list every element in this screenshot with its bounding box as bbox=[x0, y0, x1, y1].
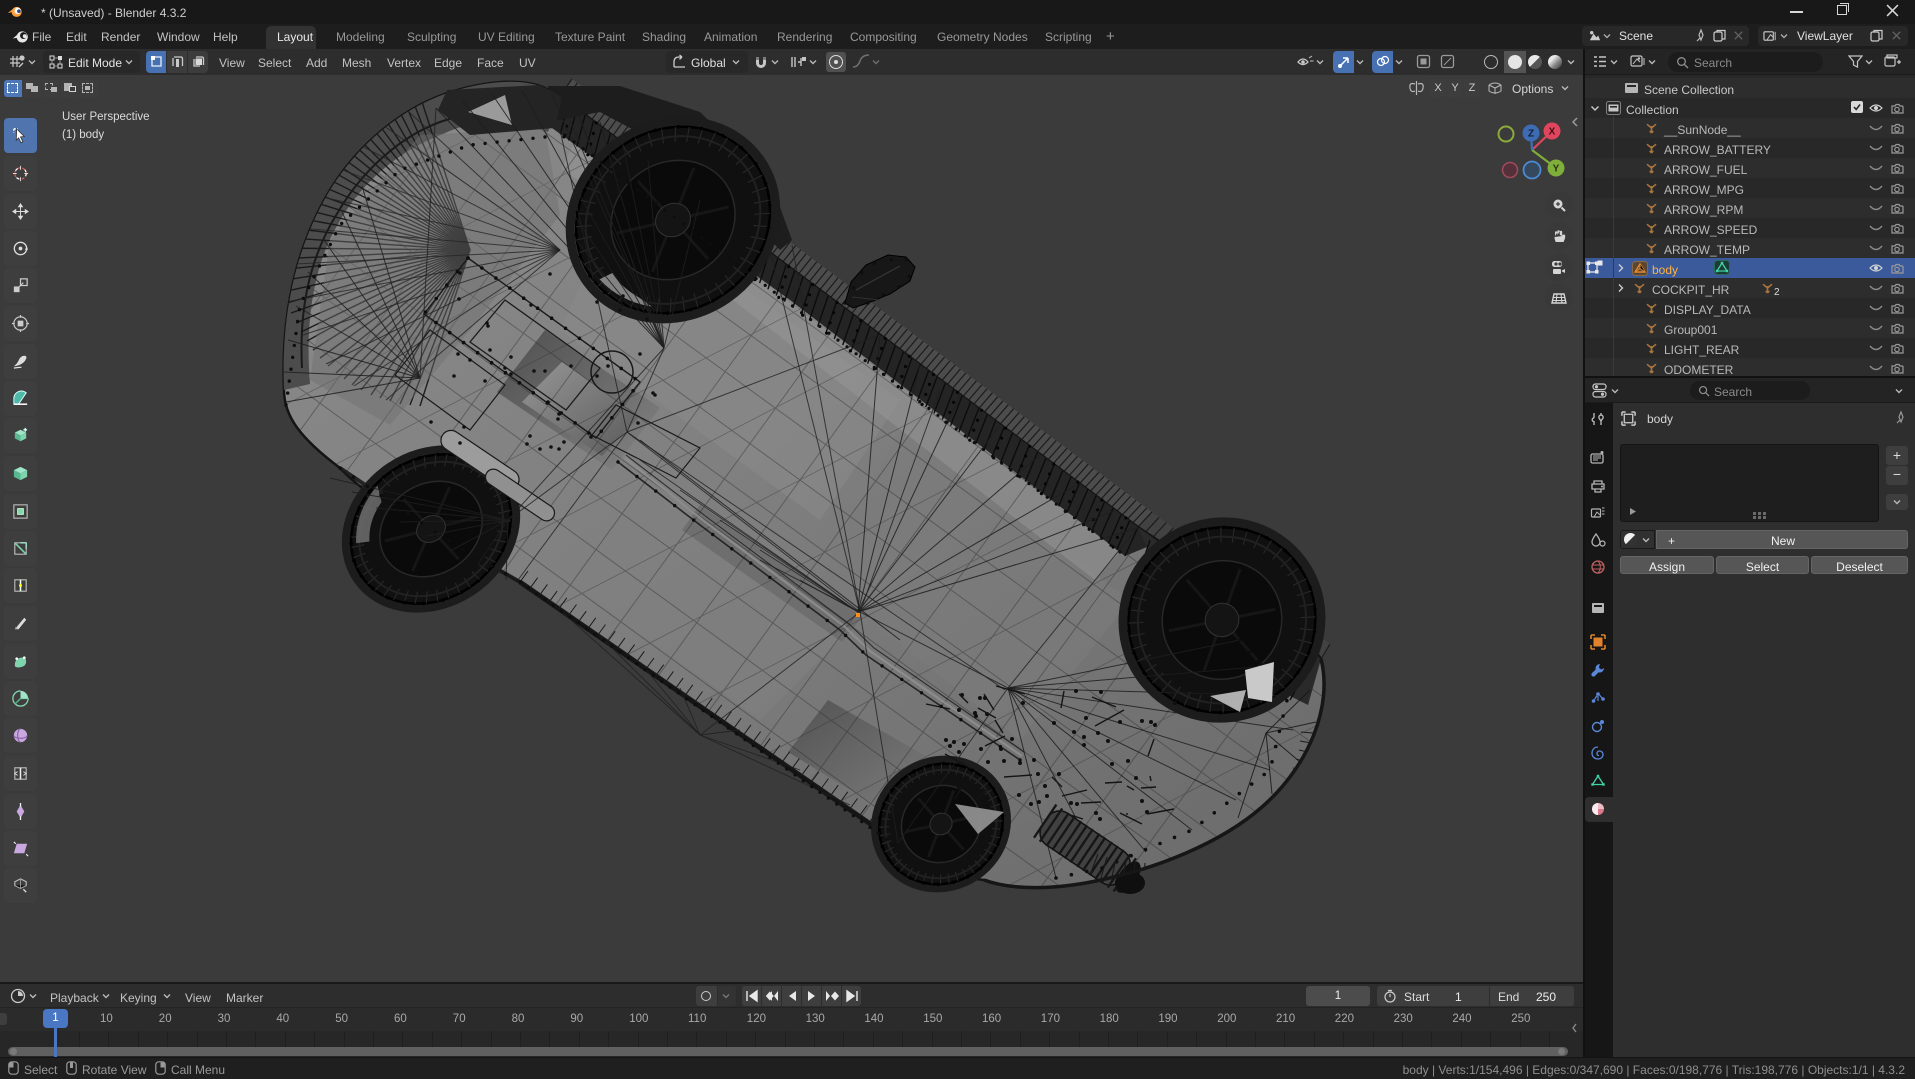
svg-text:X: X bbox=[1549, 127, 1556, 138]
svg-text:Z: Z bbox=[1528, 129, 1534, 140]
svg-text:Y: Y bbox=[1553, 164, 1560, 175]
